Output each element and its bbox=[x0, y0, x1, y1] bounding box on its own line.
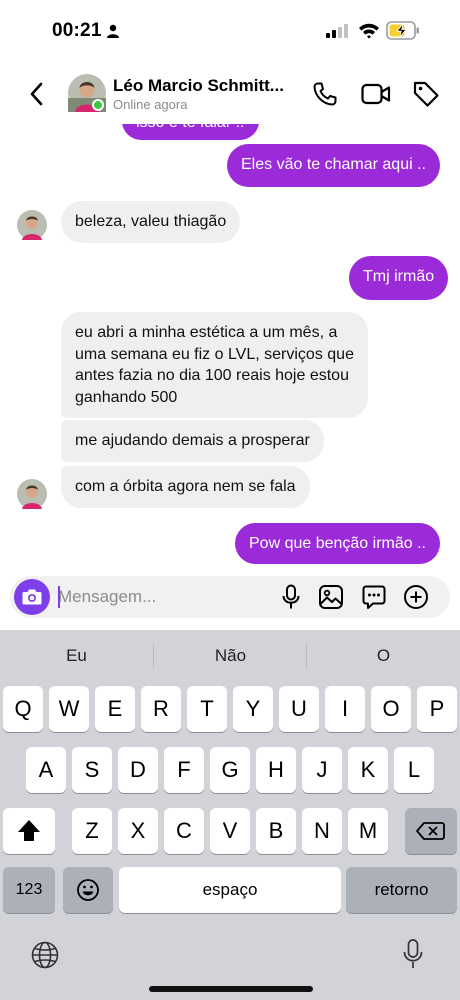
key-e[interactable]: E bbox=[95, 686, 135, 732]
message-bubble-incoming[interactable]: beleza, valeu thiagão bbox=[61, 201, 241, 243]
key-l[interactable]: L bbox=[394, 747, 434, 793]
back-icon[interactable] bbox=[26, 80, 48, 108]
key-t[interactable]: T bbox=[187, 686, 227, 732]
key-b[interactable]: B bbox=[256, 808, 296, 854]
keyboard: Eu Não O Q W E R T Y U I O P A S D F G H… bbox=[0, 630, 460, 1000]
sender-avatar[interactable] bbox=[17, 210, 47, 240]
image-icon[interactable] bbox=[318, 584, 344, 610]
message-line: ganhando 500 bbox=[75, 388, 178, 406]
key-f[interactable]: F bbox=[164, 747, 204, 793]
message-bubble-incoming[interactable]: eu abri a minha estética a um mês, a uma… bbox=[61, 312, 368, 418]
key-m[interactable]: M bbox=[348, 808, 388, 854]
message-bubble-outgoing[interactable]: Tmj irmão bbox=[349, 256, 449, 300]
backspace-icon bbox=[416, 822, 445, 840]
space-key[interactable]: espaço bbox=[119, 867, 341, 913]
numbers-key[interactable]: 123 bbox=[3, 867, 55, 913]
key-r[interactable]: R bbox=[141, 686, 181, 732]
key-z[interactable]: Z bbox=[72, 808, 112, 854]
contact-name[interactable]: Léo Marcio Schmitt... bbox=[113, 76, 284, 96]
suggestion-item[interactable]: O bbox=[307, 630, 460, 682]
microphone-icon[interactable] bbox=[280, 584, 302, 610]
message-bubble-outgoing[interactable]: Eles vão te chamar aqui .. bbox=[227, 144, 440, 187]
key-o[interactable]: O bbox=[371, 686, 411, 732]
key-w[interactable]: W bbox=[49, 686, 89, 732]
person-icon bbox=[107, 24, 119, 38]
sticker-icon[interactable] bbox=[361, 584, 387, 610]
phone-icon[interactable] bbox=[312, 81, 338, 107]
key-g[interactable]: G bbox=[210, 747, 250, 793]
key-c[interactable]: C bbox=[164, 808, 204, 854]
globe-icon[interactable] bbox=[30, 940, 60, 970]
suggestion-item[interactable]: Eu bbox=[0, 630, 153, 682]
tag-icon[interactable] bbox=[412, 80, 440, 108]
key-k[interactable]: K bbox=[348, 747, 388, 793]
battery-charging-icon bbox=[386, 21, 419, 40]
backspace-key[interactable] bbox=[405, 808, 457, 854]
shift-key[interactable] bbox=[3, 808, 55, 854]
key-q[interactable]: Q bbox=[3, 686, 43, 732]
message-input[interactable] bbox=[58, 576, 268, 618]
dictation-icon[interactable] bbox=[402, 938, 424, 970]
sender-avatar[interactable] bbox=[17, 479, 47, 509]
key-u[interactable]: U bbox=[279, 686, 319, 732]
contact-status: Online agora bbox=[113, 97, 188, 112]
camera-icon bbox=[22, 589, 42, 605]
key-x[interactable]: X bbox=[118, 808, 158, 854]
key-s[interactable]: S bbox=[72, 747, 112, 793]
emoji-icon bbox=[77, 879, 99, 901]
message-bubble-incoming[interactable]: com a órbita agora nem se fala bbox=[61, 466, 310, 508]
wifi-icon bbox=[359, 23, 379, 39]
return-key[interactable]: retorno bbox=[346, 867, 457, 913]
chat-header: Léo Marcio Schmitt... Online agora bbox=[0, 62, 460, 124]
text-caret bbox=[58, 586, 60, 608]
message-bubble-outgoing[interactable]: isso é te falar !! bbox=[122, 124, 259, 140]
key-a[interactable]: A bbox=[26, 747, 66, 793]
key-d[interactable]: D bbox=[118, 747, 158, 793]
suggestion-bar: Eu Não O bbox=[0, 630, 460, 682]
message-bubble-incoming[interactable]: me ajudando demais a prosperar bbox=[61, 420, 324, 462]
key-n[interactable]: N bbox=[302, 808, 342, 854]
shift-icon bbox=[18, 820, 40, 841]
message-line: eu abri a minha estética a um mês, a bbox=[75, 324, 338, 341]
message-bubble-outgoing[interactable]: Pow que benção irmão .. bbox=[235, 523, 440, 564]
emoji-key[interactable] bbox=[63, 867, 113, 913]
message-composer bbox=[10, 576, 450, 618]
plus-circle-icon[interactable] bbox=[403, 584, 429, 610]
key-j[interactable]: J bbox=[302, 747, 342, 793]
signal-icon bbox=[326, 24, 348, 38]
status-time: 00:21 bbox=[52, 20, 102, 41]
home-indicator bbox=[149, 986, 313, 992]
status-bar: 00:21 bbox=[0, 0, 460, 62]
key-v[interactable]: V bbox=[210, 808, 250, 854]
key-p[interactable]: P bbox=[417, 686, 457, 732]
message-line: uma semana eu fiz o LVL, serviços que bbox=[75, 345, 354, 363]
message-line: antes fazia no dia 100 reais hoje estou bbox=[75, 367, 349, 384]
video-camera-icon[interactable] bbox=[361, 82, 391, 106]
message-list[interactable]: isso é te falar !! Eles vão te chamar aq… bbox=[0, 124, 460, 570]
online-indicator bbox=[92, 99, 104, 111]
camera-button[interactable] bbox=[14, 579, 50, 615]
key-h[interactable]: H bbox=[256, 747, 296, 793]
key-y[interactable]: Y bbox=[233, 686, 273, 732]
suggestion-item[interactable]: Não bbox=[154, 630, 307, 682]
key-i[interactable]: I bbox=[325, 686, 365, 732]
